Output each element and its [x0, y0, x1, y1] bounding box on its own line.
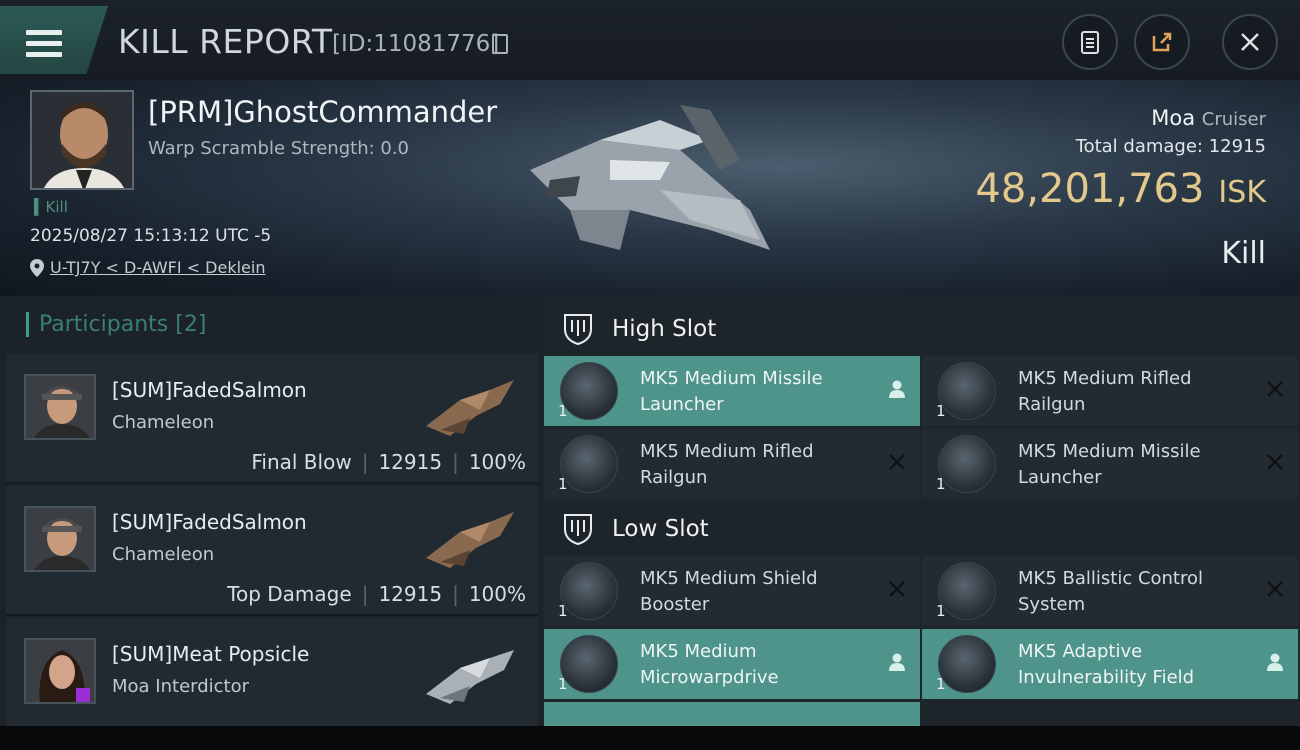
- module-icon: [938, 362, 996, 420]
- high-slot-item[interactable]: 1 MK5 Medium Rifled Railgun: [922, 356, 1298, 426]
- person-icon: [1267, 653, 1283, 671]
- high-slot-item[interactable]: 1 MK5 Medium Missile Launcher: [922, 429, 1298, 499]
- participants-panel: Participants [2] [SUM]FadedSalmon Chamel…: [0, 296, 542, 726]
- participant-row[interactable]: [SUM]FadedSalmon Chameleon Final Blow | 12…: [6, 354, 538, 484]
- victim-avatar[interactable]: [30, 90, 134, 190]
- copy-icon[interactable]: [492, 34, 508, 54]
- high-slot-item[interactable]: 1 MK5 Medium Rifled Railgun: [544, 429, 920, 499]
- menu-button[interactable]: [0, 6, 108, 74]
- page-title: KILL REPORT: [118, 22, 333, 61]
- menu-icon: [26, 30, 62, 60]
- x-icon: [1267, 581, 1283, 597]
- high-slot-item[interactable]: 1 MK5 Medium Missile Launcher: [544, 356, 920, 426]
- kill-result: Kill: [1221, 236, 1266, 271]
- participant-stats: Final Blow | 12915 | 100%: [251, 450, 526, 474]
- location-pin-icon: [30, 258, 44, 277]
- clipboard-button[interactable]: [1062, 14, 1118, 70]
- participant-row[interactable]: [SUM]FadedSalmon Chameleon Top Damage | 12…: [6, 486, 538, 616]
- slot-item-partial[interactable]: [544, 702, 920, 726]
- low-slot-header: Low Slot: [542, 498, 1300, 560]
- module-icon: [938, 435, 996, 493]
- participant-row[interactable]: [SUM]Meat Popsicle Moa Interdictor: [6, 618, 538, 726]
- person-icon: [889, 653, 905, 671]
- low-slot-item[interactable]: 1 MK5 Adaptive Invulnerability Field: [922, 629, 1298, 699]
- participant-ship-image: [426, 650, 514, 704]
- participant-name[interactable]: [SUM]FadedSalmon: [112, 378, 307, 402]
- participants-header: Participants [2]: [26, 312, 206, 337]
- participant-ship-image: [426, 380, 514, 436]
- top-bar: KILL REPORT [ID:11081776]: [0, 0, 1300, 80]
- warp-scramble-strength: Warp Scramble Strength: 0.0: [148, 138, 410, 159]
- x-icon: [1267, 454, 1283, 470]
- person-icon: [889, 380, 905, 398]
- low-slot-item[interactable]: 1 MK5 Medium Shield Booster: [544, 556, 920, 626]
- victim-summary: [PRM]GhostCommander Warp Scramble Streng…: [0, 80, 1300, 296]
- close-icon: [1241, 33, 1259, 51]
- module-icon: [560, 435, 618, 493]
- module-icon: [938, 562, 996, 620]
- participant-ship: Chameleon: [112, 544, 215, 565]
- x-icon: [889, 581, 905, 597]
- low-slot-item[interactable]: 1 MK5 Ballistic Control System: [922, 556, 1298, 626]
- x-icon: [889, 454, 905, 470]
- x-icon: [1267, 381, 1283, 397]
- participant-ship: Chameleon: [112, 412, 215, 433]
- kill-datetime: 2025/08/27 15:13:12 UTC -5: [30, 226, 272, 246]
- share-icon: [1152, 32, 1172, 52]
- participant-avatar: [24, 638, 96, 704]
- participant-stats: Top Damage | 12915 | 100%: [227, 582, 526, 606]
- victim-name[interactable]: [PRM]GhostCommander: [148, 95, 497, 129]
- location-link[interactable]: U-TJ7Y < D-AWFI < Deklein: [50, 258, 265, 277]
- participant-name[interactable]: [SUM]FadedSalmon: [112, 510, 307, 534]
- share-button[interactable]: [1134, 14, 1190, 70]
- total-damage: Total damage: 12915: [1075, 136, 1266, 157]
- victim-ship: Moa Cruiser: [1151, 106, 1266, 130]
- participant-name[interactable]: [SUM]Meat Popsicle: [112, 642, 309, 666]
- participant-ship: Moa Interdictor: [112, 676, 250, 697]
- close-button[interactable]: [1222, 14, 1278, 70]
- kill-location[interactable]: U-TJ7Y < D-AWFI < Deklein: [30, 258, 265, 277]
- shield-slot-icon: [564, 514, 592, 546]
- participant-ship-image: [426, 512, 514, 568]
- low-slot-item[interactable]: 1 MK5 Medium Microwarpdrive: [544, 629, 920, 699]
- module-icon: [560, 635, 618, 693]
- participant-avatar: [24, 506, 96, 572]
- kill-tag: ▍Kill: [34, 198, 68, 216]
- shield-slot-icon: [564, 314, 592, 346]
- report-id: [ID:11081776]: [332, 31, 500, 57]
- bottom-strip: [0, 726, 1300, 750]
- module-icon: [560, 362, 618, 420]
- module-icon: [938, 635, 996, 693]
- participant-avatar: [24, 374, 96, 440]
- isk-value: 48,201,763 ISK: [975, 166, 1266, 212]
- fitting-panel: High Slot 1 MK5 Medium Missile Launcher …: [542, 296, 1300, 726]
- victim-ship-image: [530, 105, 770, 250]
- clipboard-icon: [1081, 31, 1099, 54]
- high-slot-header: High Slot: [542, 298, 1300, 360]
- module-icon: [560, 562, 618, 620]
